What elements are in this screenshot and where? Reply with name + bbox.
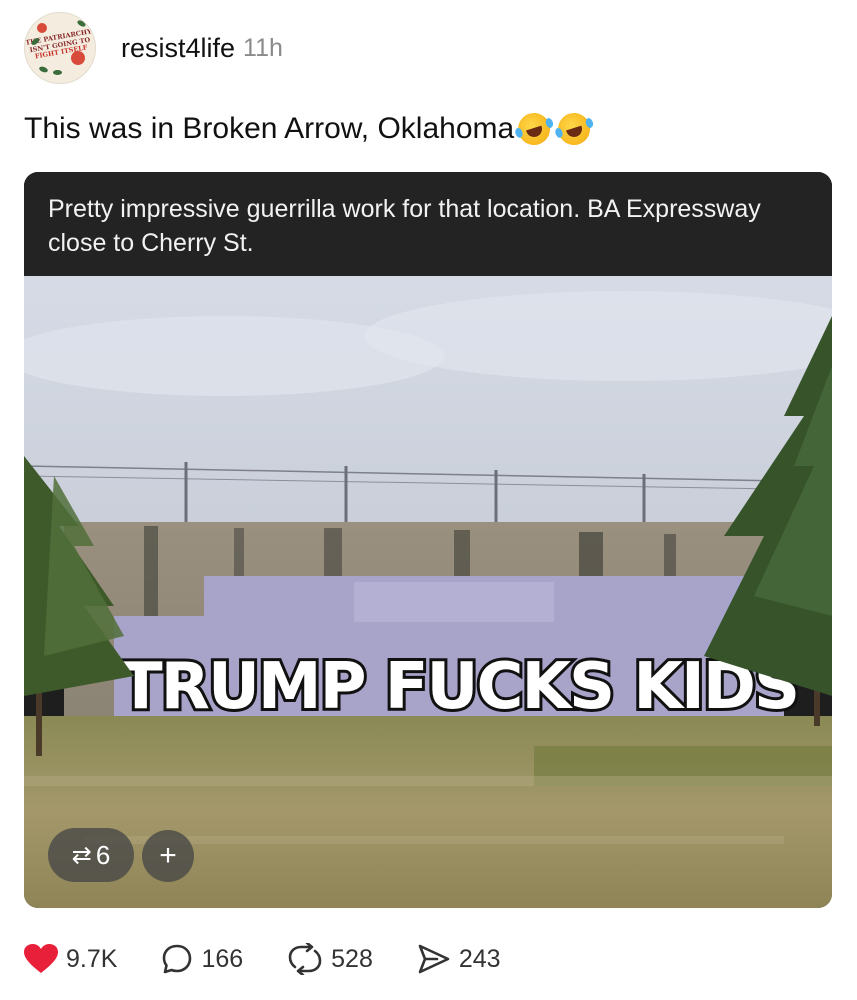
repost-count: 6 [95, 839, 111, 870]
action-bar: 9.7K 166 528 243 [24, 936, 545, 982]
comment-count: 166 [201, 944, 244, 973]
rolling-on-floor-laughing-emoji-icon [554, 108, 595, 150]
caption-text: This was in Broken Arrow, Oklahoma [24, 112, 515, 145]
avatar-text: THE PATRIARCHY ISN'T GOING TO FIGHT ITSE… [24, 27, 93, 61]
graffiti-wall-image: TRUMP FUCKS KIDS [24, 276, 832, 908]
repost-count-chip[interactable]: ⇄ 6 [48, 828, 134, 882]
post-photo[interactable]: TRUMP FUCKS KIDS [24, 276, 832, 908]
share-button[interactable]: 243 [417, 943, 501, 975]
avatar[interactable]: THE PATRIARCHY ISN'T GOING TO FIGHT ITSE… [24, 12, 96, 84]
share-count: 243 [458, 944, 501, 973]
post-card: THE PATRIARCHY ISN'T GOING TO FIGHT ITSE… [0, 0, 857, 1000]
repost-count-label: 528 [331, 944, 373, 973]
heart-icon [24, 944, 58, 973]
repost-button[interactable]: 528 [287, 943, 373, 975]
rolling-on-floor-laughing-emoji-icon [514, 108, 555, 150]
media-card[interactable]: Pretty impressive guerrilla work for tha… [24, 172, 832, 908]
media-banner-text: Pretty impressive guerrilla work for tha… [24, 172, 832, 276]
send-icon [418, 944, 450, 974]
repost-icon: ⇄ [71, 841, 92, 869]
post-header: THE PATRIARCHY ISN'T GOING TO FIGHT ITSE… [24, 12, 283, 84]
add-button[interactable]: + [142, 830, 194, 882]
like-count: 9.7K [66, 944, 118, 973]
comment-icon [163, 944, 192, 974]
like-button[interactable]: 9.7K [24, 944, 117, 974]
post-caption: This was in Broken Arrow, Oklahoma [24, 108, 595, 150]
repost-icon [288, 943, 322, 975]
post-timestamp: 11h [243, 33, 283, 62]
comment-button[interactable]: 166 [161, 943, 243, 975]
graffiti-text: TRUMP FUCKS KIDS [119, 650, 798, 724]
username[interactable]: resist4life [121, 33, 235, 64]
